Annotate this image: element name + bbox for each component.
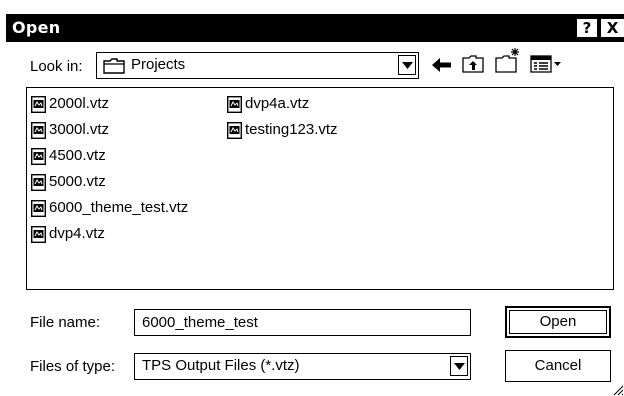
vtz-file-icon	[31, 226, 46, 243]
window-title: Open	[12, 18, 61, 37]
file-name-label: File name:	[30, 314, 101, 331]
up-one-level-icon[interactable]	[462, 53, 484, 73]
cancel-button-label: Cancel	[534, 357, 582, 374]
look-in-value: Projects	[131, 56, 186, 73]
file-name: 6000_theme_test.vtz	[49, 199, 189, 216]
file-name: 2000l.vtz	[49, 95, 110, 112]
resize-grip-icon[interactable]	[612, 384, 624, 396]
vtz-file-icon	[31, 122, 46, 139]
vtz-file-icon	[227, 122, 242, 139]
view-menu-icon[interactable]	[530, 55, 564, 73]
open-button-label: Open	[539, 313, 577, 330]
open-dialog: Open ? X Look in: Projects 2000l.vtz 300…	[0, 0, 624, 396]
open-button[interactable]: Open	[505, 306, 611, 338]
file-name: 3000l.vtz	[49, 121, 110, 138]
back-arrow-icon[interactable]	[432, 58, 452, 72]
file-name-input[interactable]: 6000_theme_test	[134, 309, 471, 336]
close-button[interactable]: X	[600, 18, 624, 38]
help-button[interactable]: ?	[576, 18, 598, 38]
chevron-down-icon	[454, 363, 465, 370]
files-of-type-dropdown-button[interactable]	[450, 356, 468, 376]
close-icon: X	[606, 19, 619, 37]
chevron-down-icon	[402, 62, 413, 69]
vtz-file-icon	[31, 200, 46, 217]
file-name: dvp4.vtz	[49, 225, 105, 242]
new-folder-icon[interactable]	[495, 47, 523, 74]
vtz-file-icon	[227, 96, 242, 113]
vtz-file-icon	[31, 174, 46, 191]
file-name-value: 6000_theme_test	[142, 314, 258, 331]
vtz-file-icon	[31, 148, 46, 165]
file-name: 4500.vtz	[49, 147, 106, 164]
cancel-button[interactable]: Cancel	[505, 350, 611, 382]
look-in-dropdown-button[interactable]	[398, 55, 416, 75]
file-name: testing123.vtz	[245, 121, 338, 138]
file-name: 5000.vtz	[49, 173, 106, 190]
look-in-label: Look in:	[30, 58, 83, 75]
file-list[interactable]: 2000l.vtz 3000l.vtz 4500.vtz 5000.vtz 60…	[26, 87, 614, 290]
title-bar[interactable]: Open ? X	[6, 14, 624, 42]
files-of-type-value: TPS Output Files (*.vtz)	[142, 357, 300, 374]
files-of-type-label: Files of type:	[30, 358, 116, 375]
files-of-type-dropdown[interactable]: TPS Output Files (*.vtz)	[134, 353, 471, 380]
file-name: dvp4a.vtz	[245, 95, 310, 112]
vtz-file-icon	[31, 96, 46, 113]
look-in-dropdown[interactable]: Projects	[96, 52, 419, 79]
help-icon: ?	[582, 19, 592, 37]
folder-icon	[103, 58, 125, 74]
